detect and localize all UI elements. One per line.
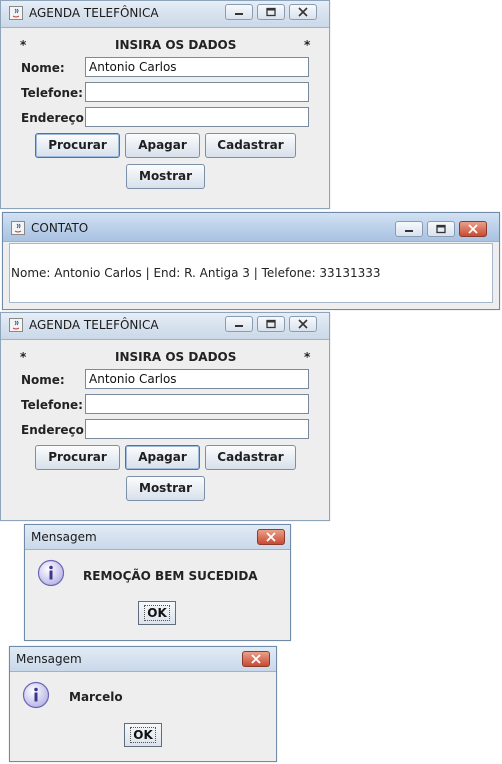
dialog-title: Mensagem xyxy=(16,652,82,666)
form-heading: INSIRA OS DADOS xyxy=(115,350,237,364)
java-icon xyxy=(9,318,23,332)
cadastrar-button[interactable]: Cadastrar xyxy=(205,133,296,158)
procurar-button[interactable]: Procurar xyxy=(35,133,120,158)
contato-text: Nome: Antonio Carlos | End: R. Antiga 3 … xyxy=(11,266,381,280)
mostrar-button[interactable]: Mostrar xyxy=(126,476,205,501)
form-heading: INSIRA OS DADOS xyxy=(115,38,237,52)
close-button[interactable] xyxy=(289,316,317,332)
telefone-field[interactable] xyxy=(85,394,309,414)
telefone-field[interactable] xyxy=(85,82,309,102)
nome-field[interactable]: Antonio Carlos xyxy=(85,57,309,77)
maximize-icon xyxy=(266,319,276,329)
info-icon xyxy=(22,681,50,709)
minimize-icon xyxy=(235,13,243,15)
maximize-icon xyxy=(436,224,446,234)
cadastrar-button[interactable]: Cadastrar xyxy=(205,445,296,470)
message-text: REMOÇÃO BEM SUCEDIDA xyxy=(83,569,258,583)
procurar-button[interactable]: Procurar xyxy=(35,445,120,470)
minimize-icon xyxy=(235,325,243,327)
window-title: AGENDA TELEFÔNICA xyxy=(29,6,159,20)
endereco-field[interactable] xyxy=(85,107,309,127)
star-right: * xyxy=(304,38,311,52)
apagar-button[interactable]: Apagar xyxy=(125,445,200,470)
endereco-label: Endereço: xyxy=(21,111,89,125)
mostrar-button[interactable]: Mostrar xyxy=(126,164,205,189)
nome-label: Nome: xyxy=(21,373,65,387)
agenda-titlebar-1[interactable]: AGENDA TELEFÔNICA xyxy=(1,1,329,28)
minimize-icon xyxy=(405,230,413,232)
agenda-window-1: AGENDA TELEFÔNICA * INSIRA OS DADOS * No… xyxy=(0,0,330,209)
telefone-label: Telefone: xyxy=(21,86,83,100)
java-icon xyxy=(9,6,23,20)
agenda-titlebar-2[interactable]: AGENDA TELEFÔNICA xyxy=(1,313,329,340)
close-icon xyxy=(266,532,276,542)
contato-window: CONTATO Nome: Antonio Carlos | End: R. A… xyxy=(2,212,500,310)
star-right: * xyxy=(304,350,311,364)
close-button[interactable] xyxy=(289,4,317,20)
star-left: * xyxy=(20,350,27,364)
close-button[interactable] xyxy=(257,529,285,545)
ok-button[interactable]: OK xyxy=(138,601,176,625)
maximize-button[interactable] xyxy=(427,221,455,237)
minimize-button[interactable] xyxy=(395,221,423,237)
close-icon xyxy=(298,319,308,329)
message-text: Marcelo xyxy=(69,690,123,704)
maximize-button[interactable] xyxy=(257,316,285,332)
java-icon xyxy=(11,221,25,235)
star-left: * xyxy=(20,38,27,52)
window-title: AGENDA TELEFÔNICA xyxy=(29,318,159,332)
telefone-label: Telefone: xyxy=(21,398,83,412)
nome-label: Nome: xyxy=(21,61,65,75)
close-icon xyxy=(251,654,261,664)
message-titlebar-2[interactable]: Mensagem xyxy=(10,647,276,672)
contato-content: Nome: Antonio Carlos | End: R. Antiga 3 … xyxy=(9,243,493,303)
close-icon xyxy=(468,224,478,234)
ok-label: OK xyxy=(130,727,156,743)
message-dialog-1: Mensagem REMOÇÃO BEM SUCEDIDA OK xyxy=(24,524,291,641)
apagar-button[interactable]: Apagar xyxy=(125,133,200,158)
window-title: CONTATO xyxy=(31,221,89,235)
message-titlebar-1[interactable]: Mensagem xyxy=(25,525,290,550)
close-button[interactable] xyxy=(459,221,487,237)
dialog-title: Mensagem xyxy=(31,530,97,544)
endereco-label: Endereço: xyxy=(21,423,89,437)
info-icon xyxy=(37,559,65,587)
contato-titlebar[interactable]: CONTATO xyxy=(3,213,499,242)
close-icon xyxy=(298,7,308,17)
endereco-field[interactable] xyxy=(85,419,309,439)
close-button[interactable] xyxy=(242,651,270,667)
maximize-icon xyxy=(266,7,276,17)
ok-button[interactable]: OK xyxy=(124,723,162,747)
minimize-button[interactable] xyxy=(225,316,253,332)
minimize-button[interactable] xyxy=(225,4,253,20)
maximize-button[interactable] xyxy=(257,4,285,20)
ok-label: OK xyxy=(144,605,170,621)
agenda-window-2: AGENDA TELEFÔNICA * INSIRA OS DADOS * No… xyxy=(0,312,330,521)
message-dialog-2: Mensagem Marcelo OK xyxy=(9,646,277,762)
nome-field[interactable]: Antonio Carlos xyxy=(85,369,309,389)
